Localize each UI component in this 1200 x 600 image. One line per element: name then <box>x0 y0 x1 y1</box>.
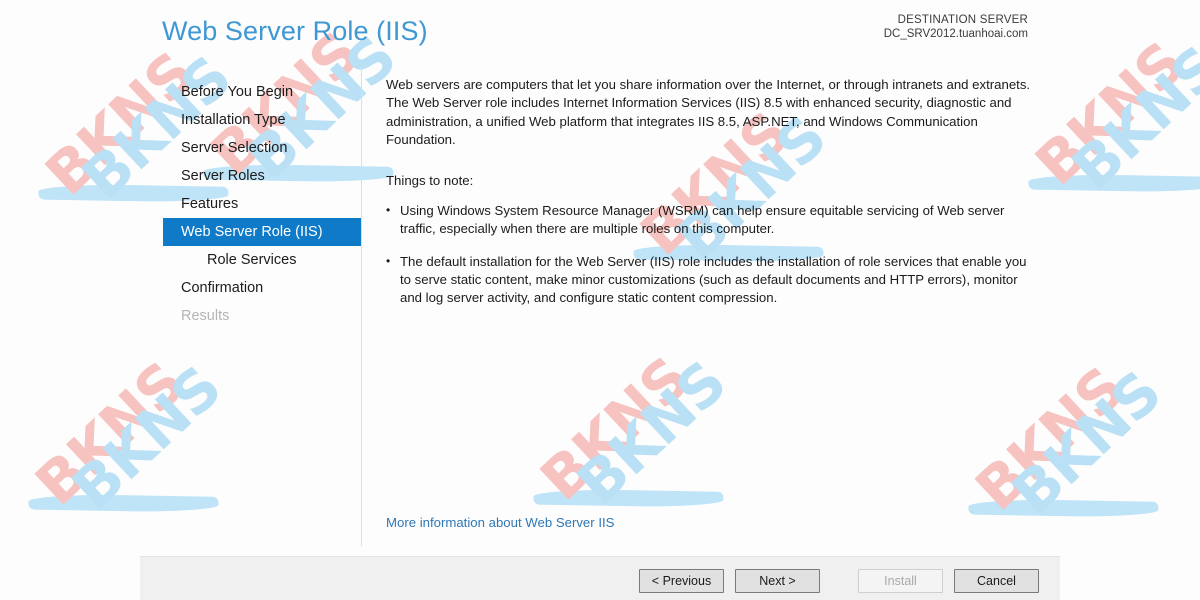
notes-bullet-list: Using Windows System Resource Manager (W… <box>386 201 1036 308</box>
watermark-bkns: BKNS BKNS <box>1010 29 1200 240</box>
sidebar-item-before-you-begin[interactable]: Before You Begin <box>163 78 361 106</box>
watermark-text-pink: BKNS <box>1022 29 1198 199</box>
wizard-footer: < Previous Next > Install Cancel <box>140 556 1060 600</box>
destination-server-label: DESTINATION SERVER <box>897 14 1028 26</box>
main-content: Web servers are computers that let you s… <box>386 76 1036 322</box>
watermark-text-blue: BKNS <box>564 348 739 518</box>
watermark-text-blue: BKNS <box>59 353 234 523</box>
page-title: Web Server Role (IIS) <box>162 16 428 46</box>
sidebar-item-features[interactable]: Features <box>163 190 361 218</box>
sidebar-divider <box>361 66 362 546</box>
wizard-window: BKNS BKNS BKNS BKNS BKNS BKNS BKNS BKNS <box>0 0 1200 600</box>
next-button[interactable]: Next > <box>735 569 820 593</box>
wizard-sidebar: Before You Begin Installation Type Server … <box>163 78 361 330</box>
sidebar-item-confirmation[interactable]: Confirmation <box>163 274 361 302</box>
watermark-bkns: BKNS BKNS <box>950 354 1174 565</box>
watermark-swoosh <box>1028 173 1200 193</box>
watermark-text-blue: BKNS <box>999 358 1174 528</box>
sidebar-item-web-server-role-iis[interactable]: Web Server Role (IIS) <box>163 218 361 246</box>
watermark-text-pink: BKNS <box>22 349 198 519</box>
sidebar-item-role-services[interactable]: Role Services <box>163 246 361 274</box>
watermark-swoosh <box>28 493 219 513</box>
more-information-link[interactable]: More information about Web Server IIS <box>386 515 614 530</box>
note-bullet: Using Windows System Resource Manager (W… <box>386 201 1036 239</box>
cancel-button[interactable]: Cancel <box>954 569 1039 593</box>
destination-server-name: DC_SRV2012.tuanhoai.com <box>883 28 1028 40</box>
watermark-swoosh <box>968 498 1159 518</box>
install-button: Install <box>858 569 943 593</box>
sidebar-item-server-selection[interactable]: Server Selection <box>163 134 361 162</box>
watermark-text-pink: BKNS <box>527 344 703 514</box>
destination-server-block: DESTINATION SERVER DC_SRV2012.tuanhoai.c… <box>884 14 1028 40</box>
sidebar-item-server-roles[interactable]: Server Roles <box>163 162 361 190</box>
watermark-bkns: BKNS BKNS <box>10 349 234 560</box>
intro-paragraph: Web servers are computers that let you s… <box>386 77 1031 147</box>
watermark-text-pink: BKNS <box>962 354 1138 524</box>
things-to-note-label: Things to note: <box>386 173 474 189</box>
watermark-text-blue: BKNS <box>1059 33 1200 203</box>
previous-button[interactable]: < Previous <box>639 569 724 593</box>
note-bullet: The default installation for the Web Ser… <box>386 252 1036 308</box>
sidebar-item-installation-type[interactable]: Installation Type <box>163 106 361 134</box>
watermark-swoosh <box>533 488 724 508</box>
sidebar-item-results: Results <box>181 308 230 324</box>
